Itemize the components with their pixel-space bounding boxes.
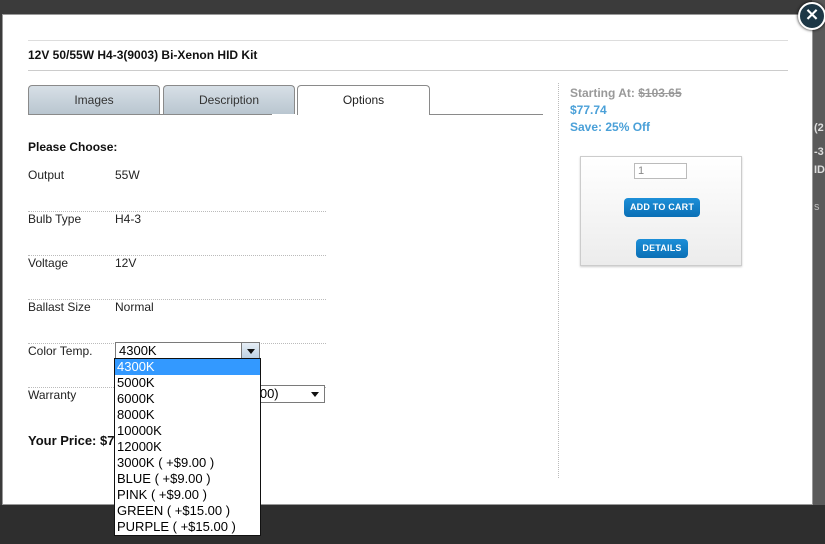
cart-panel: 1 ADD TO CART DETAILS bbox=[580, 156, 742, 266]
option-value: 55W bbox=[115, 168, 140, 182]
tab-bar: Images Description Options bbox=[28, 85, 543, 115]
tab-description[interactable]: Description bbox=[163, 85, 295, 114]
background-text: (2 bbox=[814, 122, 824, 134]
dropdown-option[interactable]: 3000K ( +$9.00 ) bbox=[115, 455, 260, 471]
option-label: Ballast Size bbox=[28, 300, 91, 314]
sale-price: $77.74 bbox=[570, 103, 607, 117]
details-button[interactable]: DETAILS bbox=[636, 239, 688, 258]
option-row-output: Output 55W bbox=[28, 168, 326, 212]
background-text: -3 bbox=[814, 146, 824, 158]
color-temp-dropdown-list: 4300K 5000K 6000K 8000K 10000K 12000K 30… bbox=[114, 358, 261, 536]
options-heading: Please Choose: bbox=[28, 140, 118, 154]
product-title: 12V 50/55W H4-3(9003) Bi-Xenon HID Kit bbox=[28, 48, 258, 62]
dropdown-option[interactable]: 10000K bbox=[115, 423, 260, 439]
tab-baseline bbox=[430, 114, 543, 115]
starting-label: Starting At: bbox=[570, 86, 635, 100]
dropdown-option[interactable]: 4300K bbox=[115, 359, 260, 375]
save-percent: Save: 25% Off bbox=[570, 120, 651, 134]
option-value: 12V bbox=[115, 256, 137, 270]
option-label: Output bbox=[28, 168, 65, 182]
dropdown-option[interactable]: 6000K bbox=[115, 391, 260, 407]
option-label: Color Temp. bbox=[28, 344, 93, 358]
background-page-strip: (2 -3 ID s bbox=[812, 0, 825, 544]
background-text: s bbox=[814, 201, 820, 213]
dropdown-option[interactable]: BLUE ( +$9.00 ) bbox=[115, 471, 260, 487]
column-divider bbox=[558, 83, 559, 478]
divider bbox=[28, 70, 788, 71]
dropdown-option[interactable]: GREEN ( +$15.00 ) bbox=[115, 503, 260, 519]
dropdown-arrow-button[interactable] bbox=[241, 343, 259, 359]
dropdown-option[interactable]: PURPLE ( +$15.00 ) bbox=[115, 519, 260, 535]
dropdown-option[interactable]: PINK ( +$9.00 ) bbox=[115, 487, 260, 503]
dropdown-option[interactable]: 5000K bbox=[115, 375, 260, 391]
tab-options[interactable]: Options bbox=[297, 85, 430, 115]
dropdown-option[interactable]: 12000K bbox=[115, 439, 260, 455]
option-label: Voltage bbox=[28, 256, 69, 270]
chevron-down-icon bbox=[311, 392, 319, 397]
option-value: Normal bbox=[115, 300, 154, 314]
option-label: Bulb Type bbox=[28, 212, 82, 226]
divider bbox=[28, 40, 788, 41]
quantity-input[interactable]: 1 bbox=[634, 163, 687, 179]
option-row-bulb-type: Bulb Type H4-3 bbox=[28, 212, 326, 256]
tab-baseline bbox=[28, 114, 272, 115]
your-price: Your Price: $7 bbox=[28, 433, 115, 448]
color-temp-selected-value: 4300K bbox=[119, 343, 157, 358]
chevron-down-icon bbox=[247, 349, 255, 354]
close-icon[interactable]: × bbox=[798, 2, 825, 30]
tab-images[interactable]: Images bbox=[28, 85, 160, 114]
option-label: Warranty bbox=[28, 388, 77, 402]
background-text: ID bbox=[814, 164, 825, 176]
old-price: $103.65 bbox=[638, 86, 682, 100]
option-row-voltage: Voltage 12V bbox=[28, 256, 326, 300]
dropdown-option[interactable]: 8000K bbox=[115, 407, 260, 423]
option-value: H4-3 bbox=[115, 212, 142, 226]
add-to-cart-button[interactable]: ADD TO CART bbox=[624, 198, 700, 217]
option-row-ballast-size: Ballast Size Normal bbox=[28, 300, 326, 344]
starting-price: Starting At: $103.65 bbox=[570, 86, 682, 100]
